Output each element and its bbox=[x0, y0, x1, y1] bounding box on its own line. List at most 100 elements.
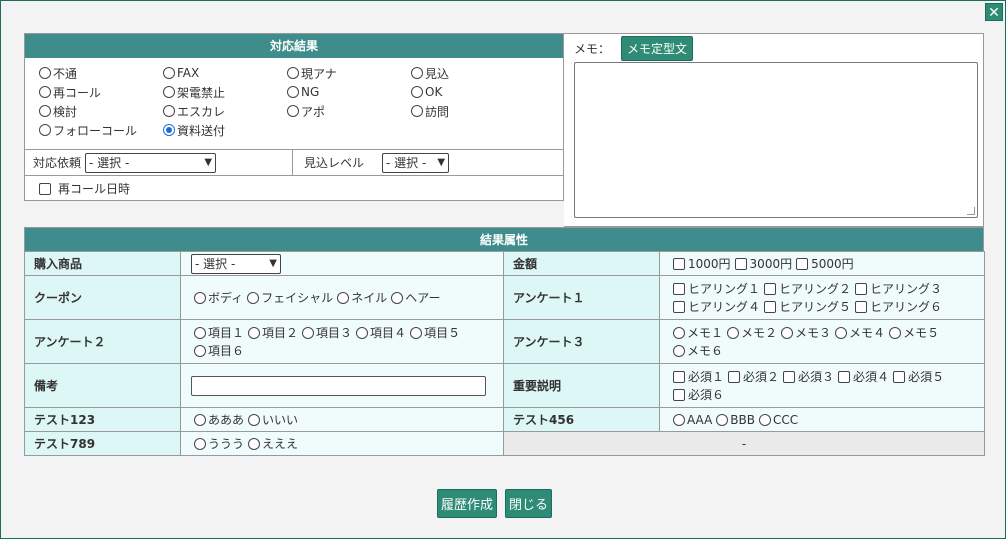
radio-option[interactable]: ううう bbox=[194, 436, 244, 452]
result-radio-item[interactable]: NG bbox=[287, 84, 411, 100]
checkbox-option[interactable]: 必須５ bbox=[893, 369, 944, 385]
checkbox[interactable] bbox=[673, 300, 685, 313]
checkbox[interactable] bbox=[855, 282, 868, 295]
level-select[interactable]: - 選択 - ▼ bbox=[382, 152, 450, 173]
checkbox-option[interactable]: 必須２ bbox=[728, 369, 779, 385]
radio-option[interactable]: 項目５ bbox=[410, 325, 460, 341]
checkbox[interactable] bbox=[734, 257, 747, 270]
checkbox-option[interactable]: 3000円 bbox=[734, 256, 792, 272]
radio-option[interactable]: いいい bbox=[248, 412, 298, 428]
radio-option[interactable]: ボディ bbox=[194, 290, 243, 306]
checkbox-option[interactable]: 1000円 bbox=[673, 256, 731, 272]
radio-button[interactable] bbox=[411, 105, 423, 117]
radio-button[interactable] bbox=[287, 67, 299, 79]
radio-option[interactable]: フェイシャル bbox=[247, 290, 333, 306]
radio-option[interactable]: あああ bbox=[194, 412, 244, 428]
radio-button[interactable] bbox=[194, 344, 206, 357]
radio-button[interactable] bbox=[39, 105, 51, 117]
radio-button[interactable] bbox=[759, 413, 771, 426]
result-radio-item[interactable]: 訪問 bbox=[411, 103, 535, 119]
radio-button[interactable] bbox=[781, 326, 794, 339]
radio-option[interactable]: メモ６ bbox=[673, 343, 723, 359]
radio-button[interactable] bbox=[287, 105, 299, 117]
radio-button[interactable] bbox=[248, 437, 261, 450]
checkbox[interactable] bbox=[855, 300, 868, 313]
result-radio-item[interactable]: 不通 bbox=[39, 65, 163, 81]
checkbox[interactable] bbox=[728, 370, 741, 383]
result-radio-item[interactable]: 見込 bbox=[411, 65, 535, 81]
result-radio-item[interactable]: フォローコール bbox=[39, 122, 163, 138]
recall-checkbox[interactable] bbox=[39, 182, 51, 195]
radio-button[interactable] bbox=[248, 326, 261, 339]
radio-button[interactable] bbox=[727, 326, 740, 339]
checkbox-option[interactable]: 必須４ bbox=[838, 369, 889, 385]
radio-button[interactable] bbox=[39, 67, 51, 79]
radio-button[interactable] bbox=[194, 291, 206, 304]
checkbox-option[interactable]: 必須３ bbox=[783, 369, 834, 385]
checkbox[interactable] bbox=[783, 370, 796, 383]
memo-textarea[interactable] bbox=[574, 62, 978, 218]
result-radio-item[interactable]: アポ bbox=[287, 103, 411, 119]
radio-button[interactable] bbox=[287, 86, 299, 98]
radio-button[interactable] bbox=[194, 326, 206, 339]
checkbox[interactable] bbox=[893, 370, 906, 383]
close-icon[interactable]: ✕ bbox=[985, 3, 1003, 21]
checkbox-option[interactable]: ヒアリング３ bbox=[855, 281, 942, 297]
checkbox-option[interactable]: ヒアリング２ bbox=[764, 281, 851, 297]
resize-handle-icon[interactable] bbox=[967, 207, 975, 215]
memo-template-button[interactable]: メモ定型文 bbox=[621, 36, 694, 61]
radio-button[interactable] bbox=[247, 291, 260, 304]
result-radio-item[interactable]: 架電禁止 bbox=[163, 84, 287, 100]
radio-button[interactable] bbox=[194, 437, 206, 450]
checkbox[interactable] bbox=[673, 282, 685, 295]
radio-button[interactable] bbox=[302, 326, 315, 339]
radio-button[interactable] bbox=[39, 86, 51, 98]
radio-option[interactable]: 項目６ bbox=[194, 343, 244, 359]
notes-input[interactable] bbox=[191, 375, 486, 396]
radio-option[interactable]: メモ１ bbox=[673, 325, 723, 341]
result-radio-item[interactable]: 現アナ bbox=[287, 65, 411, 81]
radio-option[interactable]: BBB bbox=[716, 412, 755, 428]
radio-button[interactable] bbox=[163, 124, 175, 136]
radio-option[interactable]: メモ４ bbox=[835, 325, 885, 341]
result-radio-item[interactable]: 再コール bbox=[39, 84, 163, 100]
radio-button[interactable] bbox=[248, 413, 261, 426]
checkbox-option[interactable]: ヒアリング１ bbox=[673, 281, 760, 297]
radio-button[interactable] bbox=[163, 86, 175, 98]
radio-option[interactable]: ヘアー bbox=[391, 290, 440, 306]
radio-button[interactable] bbox=[889, 326, 902, 339]
radio-option[interactable]: ネイル bbox=[337, 290, 387, 306]
radio-button[interactable] bbox=[39, 124, 51, 136]
checkbox[interactable] bbox=[796, 257, 809, 270]
radio-button[interactable] bbox=[163, 67, 175, 79]
checkbox[interactable] bbox=[673, 388, 685, 401]
radio-button[interactable] bbox=[673, 326, 685, 339]
radio-button[interactable] bbox=[356, 326, 369, 339]
result-radio-item[interactable]: 資料送付 bbox=[163, 122, 287, 138]
radio-button[interactable] bbox=[194, 413, 206, 426]
radio-button[interactable] bbox=[673, 413, 685, 426]
checkbox[interactable] bbox=[764, 300, 777, 313]
checkbox-option[interactable]: ヒアリング６ bbox=[855, 299, 942, 315]
checkbox[interactable] bbox=[764, 282, 777, 295]
radio-button[interactable] bbox=[410, 326, 423, 339]
checkbox-option[interactable]: ヒアリング４ bbox=[673, 299, 760, 315]
radio-option[interactable]: メモ３ bbox=[781, 325, 831, 341]
radio-option[interactable]: メモ５ bbox=[889, 325, 939, 341]
radio-button[interactable] bbox=[716, 413, 729, 426]
radio-button[interactable] bbox=[411, 67, 423, 79]
result-radio-item[interactable]: OK bbox=[411, 84, 535, 100]
result-radio-item[interactable]: 検討 bbox=[39, 103, 163, 119]
radio-option[interactable]: 項目３ bbox=[302, 325, 352, 341]
radio-button[interactable] bbox=[835, 326, 848, 339]
result-radio-item[interactable]: FAX bbox=[163, 65, 287, 81]
radio-button[interactable] bbox=[411, 86, 423, 98]
checkbox-option[interactable]: 必須６ bbox=[673, 387, 724, 403]
radio-option[interactable]: メモ２ bbox=[727, 325, 777, 341]
result-radio-item[interactable]: エスカレ bbox=[163, 103, 287, 119]
radio-option[interactable]: えええ bbox=[248, 436, 298, 452]
checkbox-option[interactable]: ヒアリング５ bbox=[764, 299, 851, 315]
checkbox[interactable] bbox=[838, 370, 851, 383]
radio-button[interactable] bbox=[673, 344, 685, 357]
checkbox-option[interactable]: 5000円 bbox=[796, 256, 854, 272]
